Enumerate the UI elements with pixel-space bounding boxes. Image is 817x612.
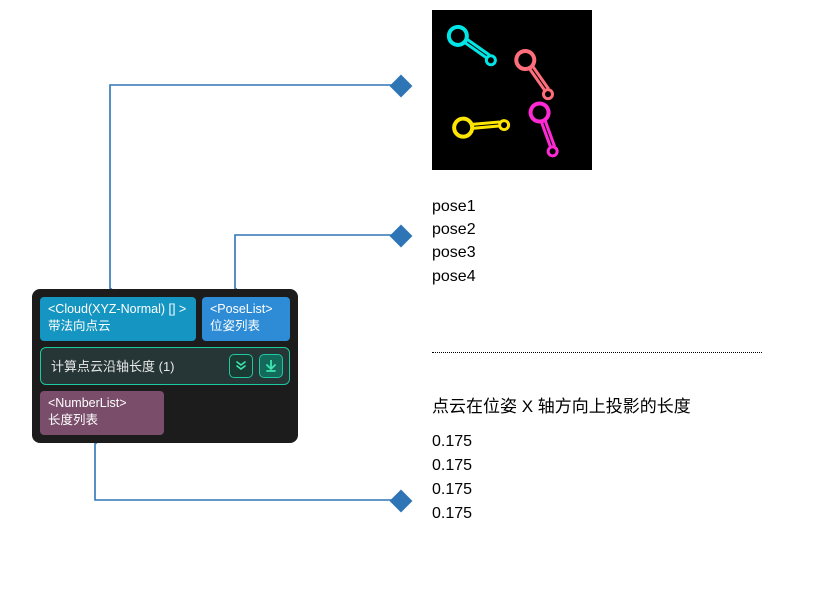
value-item: 0.175 <box>432 502 472 526</box>
pose-list: pose1 pose2 pose3 pose4 <box>432 195 476 288</box>
node-title: 计算点云沿轴长度 (1) <box>51 356 175 375</box>
projection-title: 点云在位姿 X 轴方向上投影的长度 <box>432 392 691 417</box>
port-label: 位姿列表 <box>210 318 282 335</box>
chevrons-down-icon <box>235 360 247 372</box>
value-item: 0.175 <box>432 430 472 454</box>
arrow-to-image <box>390 75 413 98</box>
port-label: 长度列表 <box>48 412 156 429</box>
section-divider <box>432 352 762 353</box>
output-port-number[interactable]: <NumberList> 长度列表 <box>40 391 164 435</box>
value-item: 0.175 <box>432 478 472 502</box>
expand-button[interactable] <box>229 354 253 378</box>
run-button[interactable] <box>259 354 283 378</box>
input-port-cloud[interactable]: <Cloud(XYZ-Normal) [] > 带法向点云 <box>40 297 196 341</box>
node-compute-length[interactable]: <Cloud(XYZ-Normal) [] > 带法向点云 <PoseList>… <box>32 289 298 443</box>
arrow-to-poses <box>390 225 413 248</box>
input-port-pose[interactable]: <PoseList> 位姿列表 <box>202 297 290 341</box>
pose-item: pose3 <box>432 241 476 264</box>
pose-item: pose1 <box>432 195 476 218</box>
pose-item: pose4 <box>432 265 476 288</box>
port-label: 带法向点云 <box>48 318 188 335</box>
pose-item: pose2 <box>432 218 476 241</box>
port-type: <Cloud(XYZ-Normal) [] > <box>48 301 188 318</box>
value-list: 0.175 0.175 0.175 0.175 <box>432 430 472 526</box>
port-type: <NumberList> <box>48 395 156 412</box>
value-item: 0.175 <box>432 454 472 478</box>
download-icon <box>266 360 276 372</box>
pointcloud-preview <box>432 10 592 170</box>
port-type: <PoseList> <box>210 301 282 318</box>
node-title-row: 计算点云沿轴长度 (1) <box>40 347 290 385</box>
arrow-to-values <box>390 490 413 513</box>
